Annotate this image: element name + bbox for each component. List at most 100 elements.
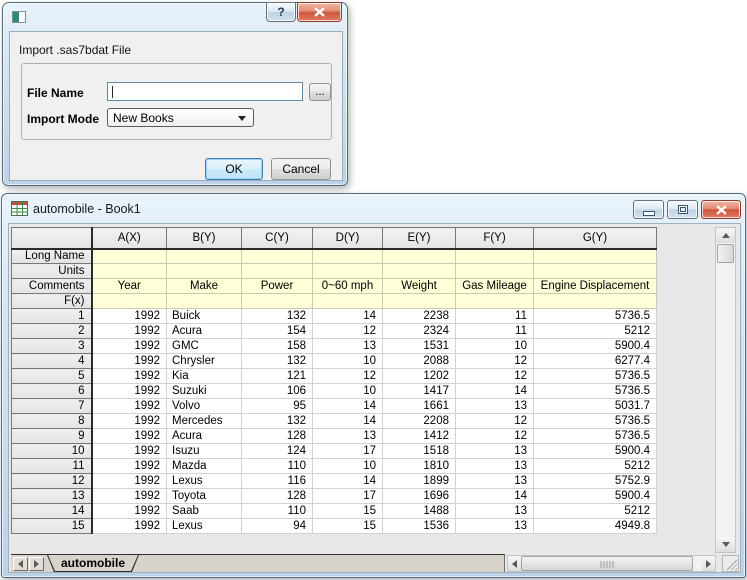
grid-cell[interactable]: 154 [241,323,313,339]
row-header[interactable]: 4 [11,353,93,369]
label-cell[interactable] [91,293,167,309]
grid-cell[interactable]: Mercedes [166,413,242,429]
row-header[interactable]: 12 [11,473,93,489]
label-cell[interactable] [382,248,456,264]
book1-titlebar[interactable]: automobile - Book1 [2,194,745,223]
vertical-scrollbar[interactable] [715,227,736,553]
grid-cell[interactable]: 1992 [91,383,167,399]
grid-cell[interactable]: Suzuki [166,383,242,399]
sheet-tab-automobile[interactable]: automobile [47,555,139,572]
grid-cell[interactable]: 106 [241,383,313,399]
label-cell[interactable] [91,248,167,264]
grid-cell[interactable]: 1992 [91,488,167,504]
grid-cell[interactable]: 2208 [382,413,456,429]
grid-cell[interactable]: 5736.5 [533,413,657,429]
row-header[interactable]: 7 [11,398,93,414]
column-header[interactable]: F(Y) [455,227,534,250]
row-header[interactable]: 13 [11,488,93,504]
horizontal-scroll-thumb[interactable] [521,556,693,571]
grid-cell[interactable]: Isuzu [166,443,242,459]
grid-cell[interactable]: 12 [455,428,534,444]
grid-cell[interactable]: 1661 [382,398,456,414]
grid-cell[interactable]: 17 [312,443,383,459]
grid-cell[interactable]: 12 [455,413,534,429]
grid-cell[interactable]: Lexus [166,518,242,534]
grid-cell[interactable]: 13 [455,518,534,534]
grid-cell[interactable]: 1488 [382,503,456,519]
row-header[interactable]: 2 [11,323,93,339]
row-header[interactable]: 15 [11,518,93,534]
grid-cell[interactable]: 12 [312,368,383,384]
row-header[interactable]: 9 [11,428,93,444]
grid-cell[interactable]: Saab [166,503,242,519]
label-cell[interactable]: Engine Displacement [533,278,657,294]
grid-cell[interactable]: Acura [166,323,242,339]
grid-cell[interactable]: 10 [312,353,383,369]
row-label-header[interactable]: Long Name [11,248,93,264]
grid-cell[interactable]: 1536 [382,518,456,534]
grid-cell[interactable]: Volvo [166,398,242,414]
scroll-left-button[interactable] [508,556,521,571]
label-cell[interactable]: Weight [382,278,456,294]
cancel-button[interactable]: Cancel [271,158,331,180]
grid-cell[interactable]: 12 [455,368,534,384]
row-label-header[interactable]: Comments [11,278,93,294]
label-cell[interactable] [455,248,534,264]
column-header[interactable]: A(X) [91,227,167,250]
label-cell[interactable] [455,263,534,279]
grid-cell[interactable]: 1417 [382,383,456,399]
grid-cell[interactable]: 6277.4 [533,353,657,369]
grid-cell[interactable]: 5212 [533,323,657,339]
grid-cell[interactable]: 5212 [533,458,657,474]
grid-cell[interactable]: 110 [241,503,313,519]
column-header[interactable]: D(Y) [312,227,383,250]
label-cell[interactable] [312,263,383,279]
dialog-app-icon[interactable] [12,11,26,23]
row-header[interactable]: 3 [11,338,93,354]
grid-cell[interactable]: 15 [312,518,383,534]
grid-cell[interactable]: 5900.4 [533,443,657,459]
grid-cell[interactable]: Acura [166,428,242,444]
grid-cell[interactable]: 2238 [382,308,456,324]
row-header[interactable]: 8 [11,413,93,429]
grid-cell[interactable]: 5752.9 [533,473,657,489]
grid-cell[interactable]: 5736.5 [533,368,657,384]
tab-scroll-left-button[interactable] [13,557,28,571]
grid-cell[interactable]: 121 [241,368,313,384]
label-cell[interactable] [533,263,657,279]
grid-cell[interactable]: 13 [455,443,534,459]
tab-scroll-right-button[interactable] [29,557,44,571]
grid-cell[interactable]: 5736.5 [533,308,657,324]
grid-cell[interactable]: 13 [312,338,383,354]
grid-cell[interactable]: 14 [312,308,383,324]
grid-cell[interactable]: 15 [312,503,383,519]
scroll-up-button[interactable] [716,228,735,243]
grid-cell[interactable]: 1992 [91,323,167,339]
help-button[interactable]: ? [266,2,296,22]
row-label-header[interactable]: F(x) [11,293,93,309]
ok-button[interactable]: OK [205,158,263,180]
file-name-input[interactable] [108,83,302,100]
grid-cell[interactable]: 132 [241,308,313,324]
grid-cell[interactable]: 12 [312,323,383,339]
grid-cell[interactable]: 1992 [91,398,167,414]
label-cell[interactable] [241,263,313,279]
minimize-button[interactable] [633,200,664,219]
resize-grip[interactable] [722,555,739,572]
import-mode-select[interactable]: New Books [107,108,254,127]
grid-cell[interactable]: 94 [241,518,313,534]
grid-cell[interactable]: 1696 [382,488,456,504]
grid-cell[interactable]: 5900.4 [533,338,657,354]
label-cell[interactable]: Year [91,278,167,294]
grid-cell[interactable]: 132 [241,413,313,429]
grid-cell[interactable]: 13 [312,428,383,444]
horizontal-scrollbar[interactable] [507,555,716,572]
grid-cell[interactable]: 10 [455,338,534,354]
grid-cell[interactable]: GMC [166,338,242,354]
label-cell[interactable] [241,293,313,309]
grid-cell[interactable]: 5212 [533,503,657,519]
grid-cell[interactable]: 14 [312,398,383,414]
grid-cell[interactable]: 2324 [382,323,456,339]
label-cell[interactable] [312,248,383,264]
grid-cell[interactable]: 2088 [382,353,456,369]
